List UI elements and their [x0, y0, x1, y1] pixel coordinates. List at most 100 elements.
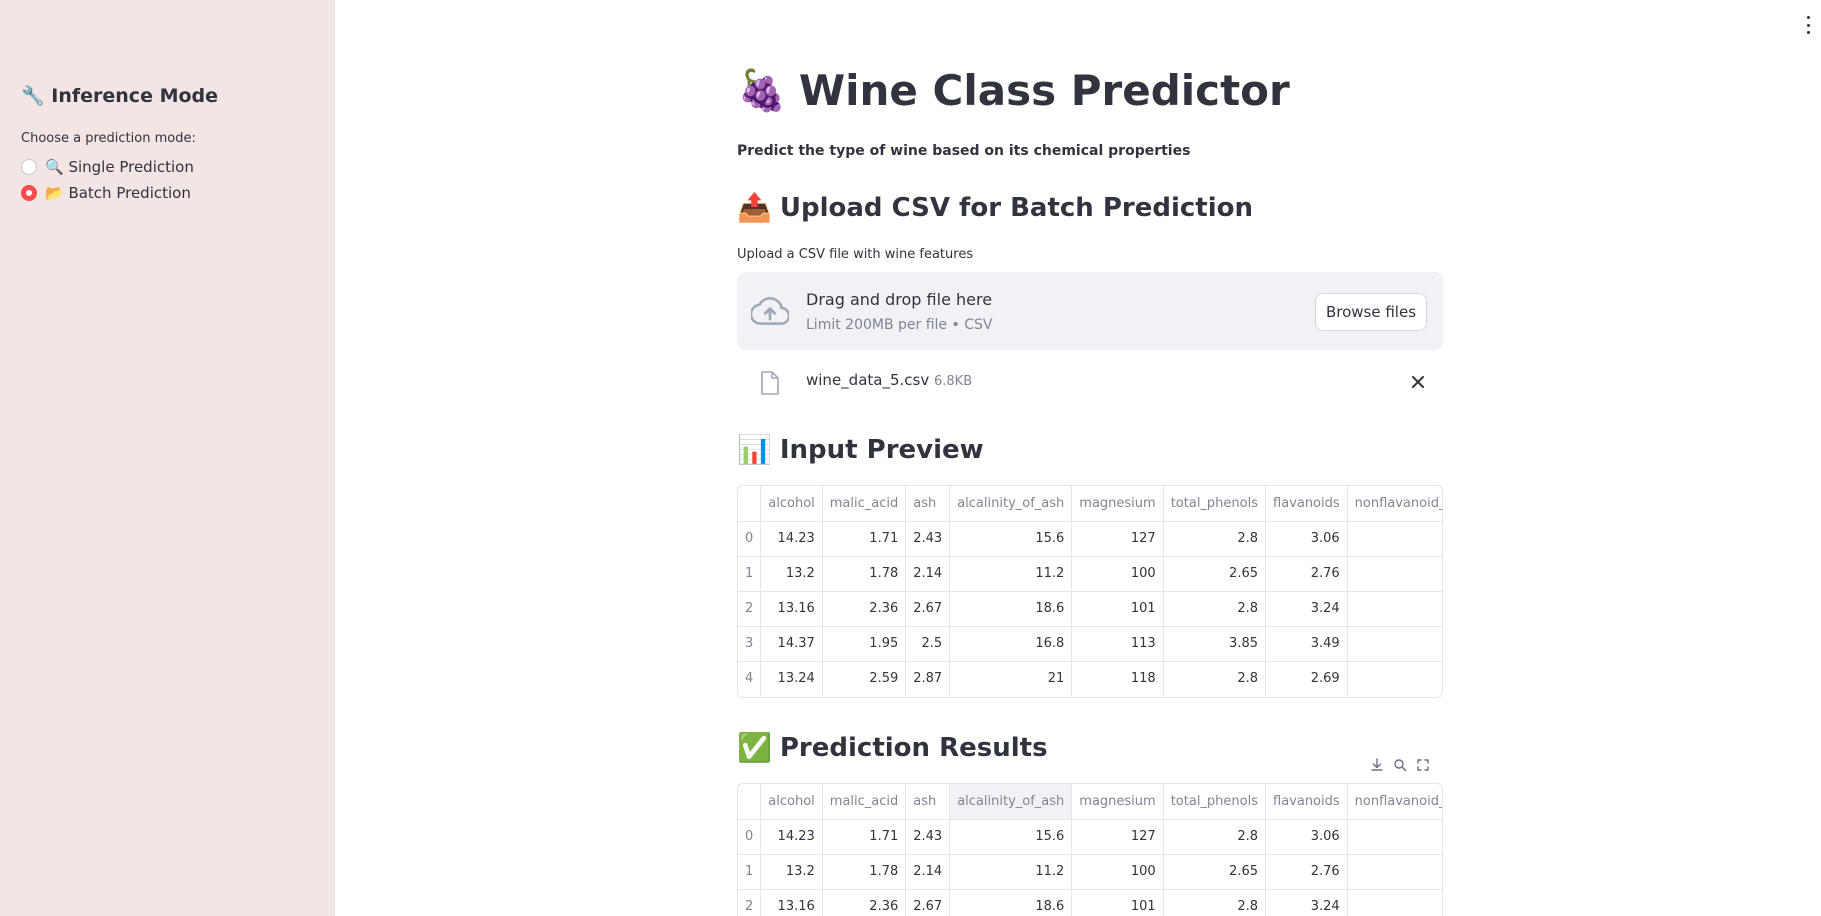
table-cell[interactable]: 2.43 — [905, 819, 951, 855]
table-cell[interactable]: 3.06 — [1265, 521, 1348, 557]
table-cell[interactable]: 101 — [1071, 591, 1164, 627]
column-header[interactable]: malic_acid — [822, 486, 907, 522]
prediction-results-table[interactable]: alcohol malic_acid ash alcalinity_of_ash… — [737, 783, 1443, 916]
table-cell[interactable]: 2.65 — [1163, 854, 1267, 890]
table-cell[interactable]: 2.67 — [905, 889, 951, 916]
column-header[interactable]: total_phenols — [1163, 784, 1267, 820]
table-cell[interactable]: 127 — [1071, 819, 1164, 855]
table-cell[interactable]: 2.69 — [1265, 661, 1348, 696]
input-preview-table[interactable]: alcohol malic_acid ash alcalinity_of_ash… — [737, 485, 1443, 698]
remove-file-icon[interactable] — [1407, 371, 1429, 393]
table-cell[interactable]: 3.24 — [1265, 889, 1348, 916]
table-cell[interactable]: 1.71 — [822, 819, 907, 855]
table-cell[interactable]: 2.36 — [822, 889, 907, 916]
table-cell[interactable]: 3.85 — [1163, 626, 1267, 662]
table-cell[interactable]: 2.8 — [1163, 819, 1267, 855]
table-cell[interactable]: 2.8 — [1163, 591, 1267, 627]
table-cell[interactable]: 13.16 — [760, 591, 823, 627]
table-cell[interactable] — [1347, 626, 1442, 662]
table-cell[interactable]: 16.8 — [949, 626, 1073, 662]
table-cell[interactable]: 113 — [1071, 626, 1164, 662]
radio-circle-unchecked[interactable] — [21, 159, 37, 175]
row-index[interactable]: 0 — [738, 521, 762, 557]
table-cell[interactable] — [1347, 854, 1442, 890]
table-cell[interactable]: 2.14 — [905, 556, 951, 592]
table-cell[interactable]: 13.24 — [760, 661, 823, 696]
table-cell[interactable]: 2.14 — [905, 854, 951, 890]
main-menu-icon[interactable] — [1805, 16, 1811, 34]
table-cell[interactable]: 11.2 — [949, 556, 1073, 592]
column-header-hovered[interactable]: alcalinity_of_ash — [949, 784, 1073, 820]
fullscreen-icon[interactable] — [1415, 757, 1431, 773]
table-cell[interactable]: 3.49 — [1265, 626, 1348, 662]
table-cell[interactable]: 1.71 — [822, 521, 907, 557]
column-header[interactable]: ash — [905, 784, 951, 820]
column-header[interactable]: total_phenols — [1163, 486, 1267, 522]
table-cell[interactable]: 18.6 — [949, 591, 1073, 627]
table-cell[interactable]: 2.36 — [822, 591, 907, 627]
table-cell[interactable]: 13.2 — [760, 556, 823, 592]
row-index[interactable]: 1 — [738, 854, 762, 890]
table-cell[interactable] — [1347, 661, 1442, 696]
table-cell[interactable]: 2.8 — [1163, 661, 1267, 696]
table-cell[interactable]: 2.67 — [905, 591, 951, 627]
table-cell[interactable] — [1347, 889, 1442, 916]
table-cell[interactable] — [1347, 556, 1442, 592]
table-cell[interactable]: 3.24 — [1265, 591, 1348, 627]
table-cell[interactable] — [1347, 591, 1442, 627]
column-header[interactable]: nonflavanoid_ — [1347, 784, 1442, 820]
browse-files-button[interactable]: Browse files — [1315, 293, 1427, 331]
table-cell[interactable]: 2.65 — [1163, 556, 1267, 592]
table-cell[interactable]: 2.5 — [905, 626, 951, 662]
column-header[interactable]: magnesium — [1071, 784, 1164, 820]
table-cell[interactable]: 2.76 — [1265, 556, 1348, 592]
radio-circle-checked[interactable] — [21, 185, 37, 201]
search-icon[interactable] — [1392, 757, 1408, 773]
table-cell[interactable]: 2.87 — [905, 661, 951, 696]
table-cell[interactable]: 100 — [1071, 854, 1164, 890]
column-header[interactable]: nonflavanoid_ — [1347, 486, 1442, 522]
row-index[interactable]: 2 — [738, 591, 762, 627]
column-header[interactable]: flavanoids — [1265, 784, 1348, 820]
column-header[interactable]: ash — [905, 486, 951, 522]
row-index[interactable]: 0 — [738, 819, 762, 855]
column-header[interactable]: alcohol — [760, 486, 823, 522]
table-cell[interactable]: 100 — [1071, 556, 1164, 592]
row-index[interactable]: 3 — [738, 626, 762, 662]
table-cell[interactable]: 18.6 — [949, 889, 1073, 916]
table-cell[interactable]: 14.37 — [760, 626, 823, 662]
table-cell[interactable]: 127 — [1071, 521, 1164, 557]
table-cell[interactable] — [1347, 521, 1442, 557]
table-cell[interactable]: 1.78 — [822, 854, 907, 890]
radio-single-prediction[interactable]: 🔍 Single Prediction — [21, 158, 194, 176]
row-index[interactable]: 1 — [738, 556, 762, 592]
table-cell[interactable]: 2.8 — [1163, 521, 1267, 557]
radio-batch-prediction[interactable]: 📂 Batch Prediction — [21, 184, 191, 202]
column-header[interactable]: alcohol — [760, 784, 823, 820]
table-cell[interactable]: 2.8 — [1163, 889, 1267, 916]
column-header[interactable]: malic_acid — [822, 784, 907, 820]
table-cell[interactable]: 2.59 — [822, 661, 907, 696]
table-cell[interactable]: 101 — [1071, 889, 1164, 916]
table-cell[interactable]: 14.23 — [760, 521, 823, 557]
table-cell[interactable]: 1.95 — [822, 626, 907, 662]
table-cell[interactable]: 1.78 — [822, 556, 907, 592]
column-header[interactable]: alcalinity_of_ash — [949, 486, 1073, 522]
table-cell[interactable]: 2.43 — [905, 521, 951, 557]
row-index[interactable]: 2 — [738, 889, 762, 916]
file-dropzone[interactable]: Drag and drop file here Limit 200MB per … — [737, 272, 1443, 350]
table-cell[interactable]: 2.76 — [1265, 854, 1348, 890]
column-header[interactable]: flavanoids — [1265, 486, 1348, 522]
table-cell[interactable]: 14.23 — [760, 819, 823, 855]
table-cell[interactable]: 15.6 — [949, 521, 1073, 557]
table-cell[interactable]: 118 — [1071, 661, 1164, 696]
table-cell[interactable]: 15.6 — [949, 819, 1073, 855]
column-header[interactable] — [738, 784, 762, 820]
table-cell[interactable]: 13.16 — [760, 889, 823, 916]
row-index[interactable]: 4 — [738, 661, 762, 696]
table-cell[interactable]: 11.2 — [949, 854, 1073, 890]
download-icon[interactable] — [1369, 757, 1385, 773]
table-cell[interactable] — [1347, 819, 1442, 855]
column-header[interactable]: magnesium — [1071, 486, 1164, 522]
column-header[interactable] — [738, 486, 762, 522]
